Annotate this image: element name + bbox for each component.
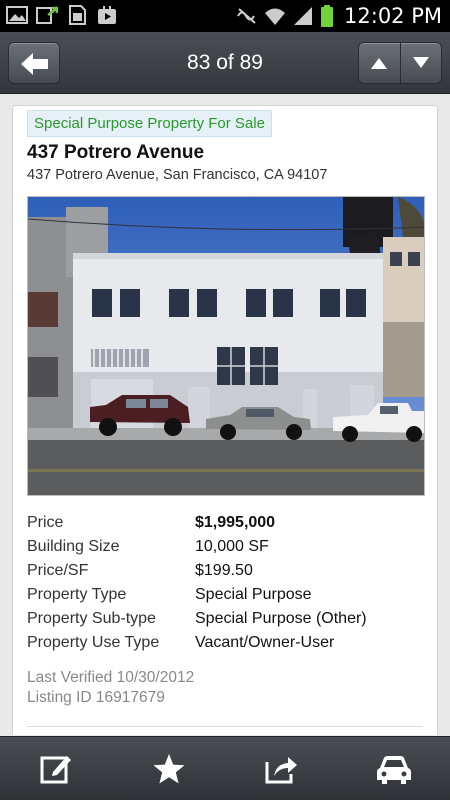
- detail-value: 10,000 SF: [195, 538, 269, 555]
- detail-row-price: Price $1,995,000: [27, 514, 425, 538]
- detail-value: Special Purpose: [195, 586, 312, 603]
- building-photo-illustration: [28, 197, 424, 495]
- detail-row-property-subtype: Property Sub-type Special Purpose (Other…: [27, 610, 425, 634]
- listing-card: Special Purpose Property For Sale 437 Po…: [12, 105, 438, 735]
- share-icon: [265, 756, 298, 783]
- detail-value: Vacant/Owner-User: [195, 634, 335, 651]
- property-category-badge: Special Purpose Property For Sale: [27, 110, 272, 137]
- status-bar: 12:02 PM: [0, 0, 450, 32]
- listing-id: Listing ID 16917679: [27, 689, 165, 706]
- listing-content[interactable]: Special Purpose Property For Sale 437 Po…: [0, 95, 450, 735]
- arrow-up-icon: [371, 58, 388, 69]
- signal-icon: [294, 7, 313, 25]
- detail-label: Price/SF: [27, 562, 89, 579]
- share-button[interactable]: [225, 737, 338, 800]
- top-nav-bar: 83 of 89: [0, 32, 450, 94]
- arrow-down-icon: [412, 57, 429, 68]
- note-button[interactable]: [0, 737, 113, 800]
- bottom-toolbar: [0, 736, 450, 800]
- detail-row-property-use-type: Property Use Type Vacant/Owner-User: [27, 634, 425, 658]
- divider: [27, 726, 423, 727]
- detail-label: Price: [27, 514, 64, 531]
- star-icon: [153, 753, 185, 783]
- detail-row-price-per-sf: Price/SF $199.50: [27, 562, 425, 586]
- listing-meta: Last Verified 10/30/2012 Listing ID 1691…: [27, 668, 194, 708]
- detail-label: Building Size: [27, 538, 120, 555]
- wifi-icon: [265, 8, 286, 25]
- upload-icon: [36, 6, 58, 24]
- detail-label: Property Sub-type: [27, 610, 156, 627]
- detail-value: $199.50: [195, 562, 253, 579]
- property-details: Price $1,995,000 Building Size 10,000 SF…: [27, 514, 425, 658]
- favorite-button[interactable]: [113, 737, 226, 800]
- detail-label: Property Use Type: [27, 634, 160, 651]
- play-store-icon: [98, 6, 116, 24]
- previous-listing-button[interactable]: [359, 43, 400, 83]
- next-listing-button[interactable]: [399, 43, 442, 83]
- battery-icon: [321, 5, 334, 27]
- property-photo[interactable]: [27, 196, 425, 496]
- detail-label: Property Type: [27, 586, 127, 603]
- mute-icon: [237, 8, 256, 24]
- last-verified: Last Verified 10/30/2012: [27, 669, 195, 686]
- gallery-icon: [6, 6, 28, 24]
- listing-pager: [358, 42, 442, 84]
- detail-value: Special Purpose (Other): [195, 610, 367, 627]
- property-title: 437 Potrero Avenue: [27, 142, 205, 163]
- property-address: 437 Potrero Avenue, San Francisco, CA 94…: [27, 167, 328, 183]
- sd-card-icon: [69, 5, 86, 25]
- clock: 12:02 PM: [344, 4, 442, 28]
- car-icon: [376, 755, 411, 784]
- detail-value: $1,995,000: [195, 514, 276, 531]
- directions-button[interactable]: [338, 737, 450, 800]
- detail-row-property-type: Property Type Special Purpose: [27, 586, 425, 610]
- edit-note-icon: [40, 755, 72, 783]
- detail-row-building-size: Building Size 10,000 SF: [27, 538, 425, 562]
